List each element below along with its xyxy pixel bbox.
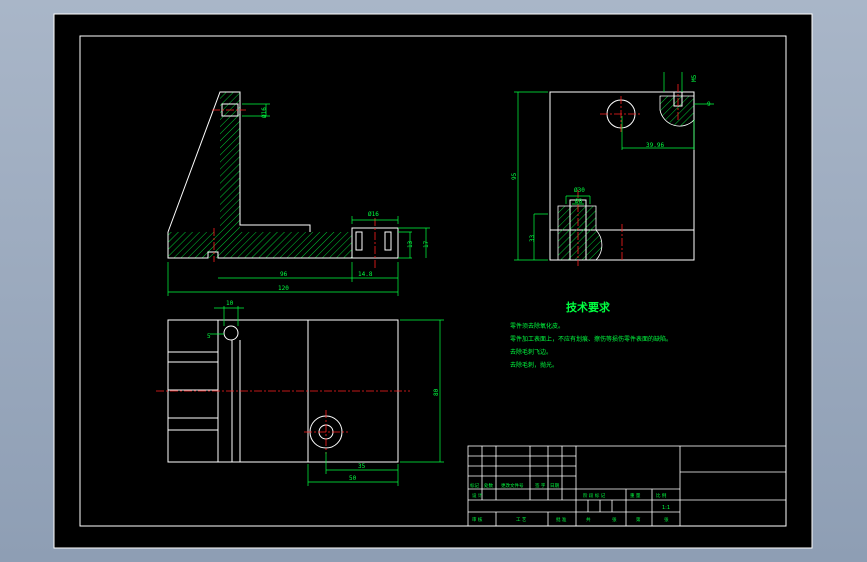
tb-riqi: 日期 (550, 483, 559, 489)
dim-side-dia8: Ø8 (575, 198, 583, 205)
tb-pizhun: 批 准 (556, 516, 567, 523)
tech-requirement-1: 零件须去除氧化皮。 (510, 322, 564, 330)
dim-side-9: 9 (707, 101, 711, 108)
tb-scale: 1:1 (662, 505, 670, 511)
dim-front-13: 13 (407, 240, 414, 248)
tb-chushu: 处数 (484, 482, 493, 489)
tb-di: 第 (636, 516, 641, 523)
dim-top-35: 35 (358, 463, 366, 470)
tb-shenhe: 审 核 (472, 516, 483, 523)
dim-top-50: 50 (349, 475, 357, 482)
tech-requirements-title: 技术要求 (566, 300, 611, 314)
tb-gong: 共 (586, 516, 591, 523)
dim-front-96: 96 (280, 271, 288, 278)
front-view-base-section (168, 232, 352, 258)
tb-zhang2: 张 (664, 516, 669, 523)
tb-zhang: 张 (612, 516, 617, 523)
side-view-lower-section (557, 205, 603, 261)
dim-side-m5: M5 (691, 74, 698, 82)
dim-front-120: 120 (278, 285, 289, 292)
dim-front-14-8: 14.8 (358, 271, 373, 278)
front-view-vertical-section (220, 92, 240, 232)
tb-gongyi: 工 艺 (516, 517, 527, 523)
drawing-canvas: Ø16 Ø16 13 17 96 14.8 120 M5 9 39.96 95 … (53, 13, 813, 549)
dim-top-5: 5 (207, 333, 211, 340)
dim-top-80: 80 (433, 388, 440, 396)
dim-front-dia16: Ø16 (261, 107, 268, 118)
tb-zhongliang: 重 量 (630, 492, 641, 499)
tb-fenqu: 更改文件号 (501, 482, 524, 489)
dim-side-95: 95 (511, 172, 518, 180)
tech-requirement-4: 去除毛刺，抛光。 (510, 361, 558, 369)
tb-jieduan: 阶 段 标 记 (583, 492, 606, 499)
tb-bili: 比 例 (656, 492, 667, 499)
tb-biaoji: 标记 (470, 482, 479, 489)
tech-requirement-3: 去除毛刺飞边。 (510, 348, 552, 356)
tb-sheji: 设 计 (472, 492, 483, 499)
dim-front-dia16-b: Ø16 (368, 211, 379, 218)
tech-requirement-2: 零件加工表面上，不应有划痕、擦伤等损伤零件表面的缺陷。 (510, 335, 672, 343)
dim-side-dia30: Ø30 (574, 187, 585, 194)
dim-top-10: 10 (226, 300, 234, 307)
dim-front-17: 17 (423, 240, 430, 248)
dim-side-33: 33 (529, 234, 536, 242)
dim-side-39-96: 39.96 (646, 142, 664, 149)
tb-qianming: 签 字 (535, 482, 546, 489)
